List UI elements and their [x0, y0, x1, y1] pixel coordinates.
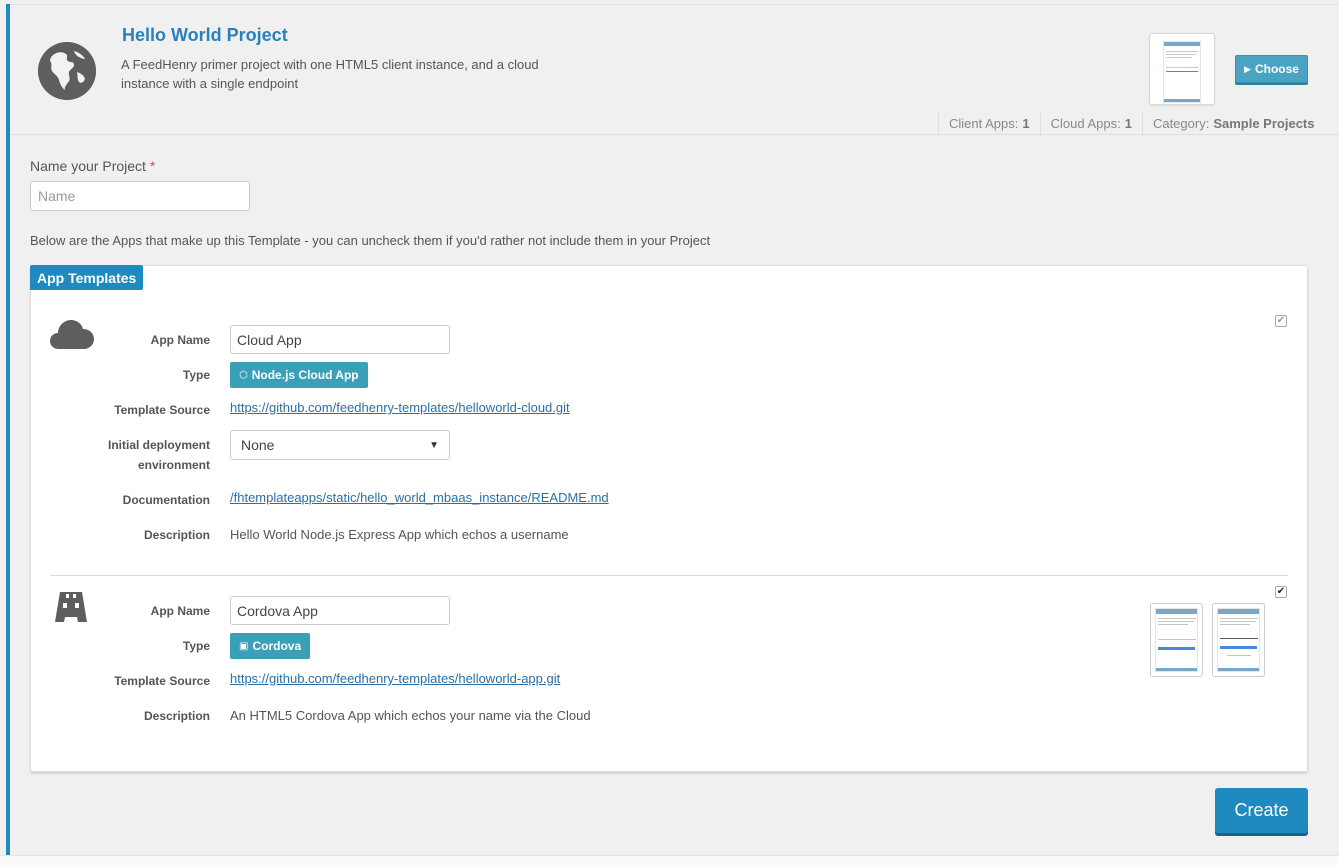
cordova-description: An HTML5 Cordova App which echos your na… [230, 708, 591, 723]
project-name-input[interactable] [30, 181, 250, 211]
cloud-documentation-link[interactable]: /fhtemplateapps/static/hello_world_mbaas… [230, 490, 609, 505]
cloud-apps-count: Cloud Apps: 1 [1039, 111, 1142, 136]
cordova-type-badge: ▣ Cordova [230, 633, 311, 659]
app-templates-panel [30, 265, 1308, 772]
cloud-description-label: Description [143, 528, 210, 542]
cordova-app-include-checkbox[interactable]: ✔ [1275, 586, 1287, 598]
app-templates-tab: App Templates [30, 265, 144, 290]
cordova-app-name-input[interactable]: Cordova App [230, 596, 450, 625]
apps-intro-text: Below are the Apps that make up this Tem… [30, 233, 711, 248]
choose-button[interactable]: ▶ Choose [1235, 55, 1308, 83]
cordova-preview-screen-1 [1150, 603, 1203, 677]
create-button[interactable]: Create [1215, 788, 1308, 833]
cloud-env-select[interactable]: None ▼ [230, 430, 450, 460]
cloud-type-badge: ⬡ Node.js Cloud App [230, 362, 368, 388]
project-name-label: Name your Project * [30, 158, 156, 174]
project-title: Hello World Project [122, 25, 288, 45]
project-preview-thumbnail [1149, 33, 1215, 105]
cloud-type-label: Type [182, 368, 210, 382]
caret-right-icon: ▶ [1244, 63, 1251, 74]
cloud-documentation-label: Documentation [122, 493, 210, 507]
cloud-template-source-link[interactable]: https://github.com/feedhenry-templates/h… [230, 400, 570, 415]
cloud-description: Hello World Node.js Express App which ec… [230, 527, 569, 542]
choose-button-label: Choose [1254, 62, 1299, 76]
client-apps-count: Client Apps: 1 [938, 111, 1040, 136]
bottom-border [0, 855, 1339, 865]
cordova-app-name-label: App Name [150, 604, 210, 618]
cordova-description-label: Description [143, 709, 210, 723]
chevron-down-icon: ▼ [429, 439, 439, 451]
project-header: Hello World Project A FeedHenry primer p… [10, 5, 1339, 136]
cloud-template-source-label: Template Source [114, 403, 210, 417]
template-divider [50, 575, 1288, 576]
project-description: A FeedHenry primer project with one HTML… [121, 57, 539, 91]
nodejs-icon: ⬡ [239, 369, 248, 381]
cordova-preview-screen-2 [1212, 603, 1265, 677]
category: Category: Sample Projects [1141, 111, 1325, 136]
globe-icon [38, 42, 96, 100]
cordova-type-label: Type [182, 639, 210, 653]
cordova-template-source-label: Template Source [114, 674, 210, 688]
project-meta-strip: Client Apps: 1 Cloud Apps: 1 Category: S… [938, 111, 1324, 136]
cloud-app-include-checkbox[interactable]: ✔ [1275, 315, 1287, 327]
required-indicator: * [149, 158, 156, 174]
cloud-env-label: Initial deployment environment [107, 438, 210, 472]
cordova-small-icon: ▣ [239, 640, 249, 652]
cordova-template-source-link[interactable]: https://github.com/feedhenry-templates/h… [230, 671, 560, 686]
cloud-app-name-input[interactable]: Cloud App [230, 325, 450, 354]
cloud-app-name-label: App Name [150, 333, 210, 347]
